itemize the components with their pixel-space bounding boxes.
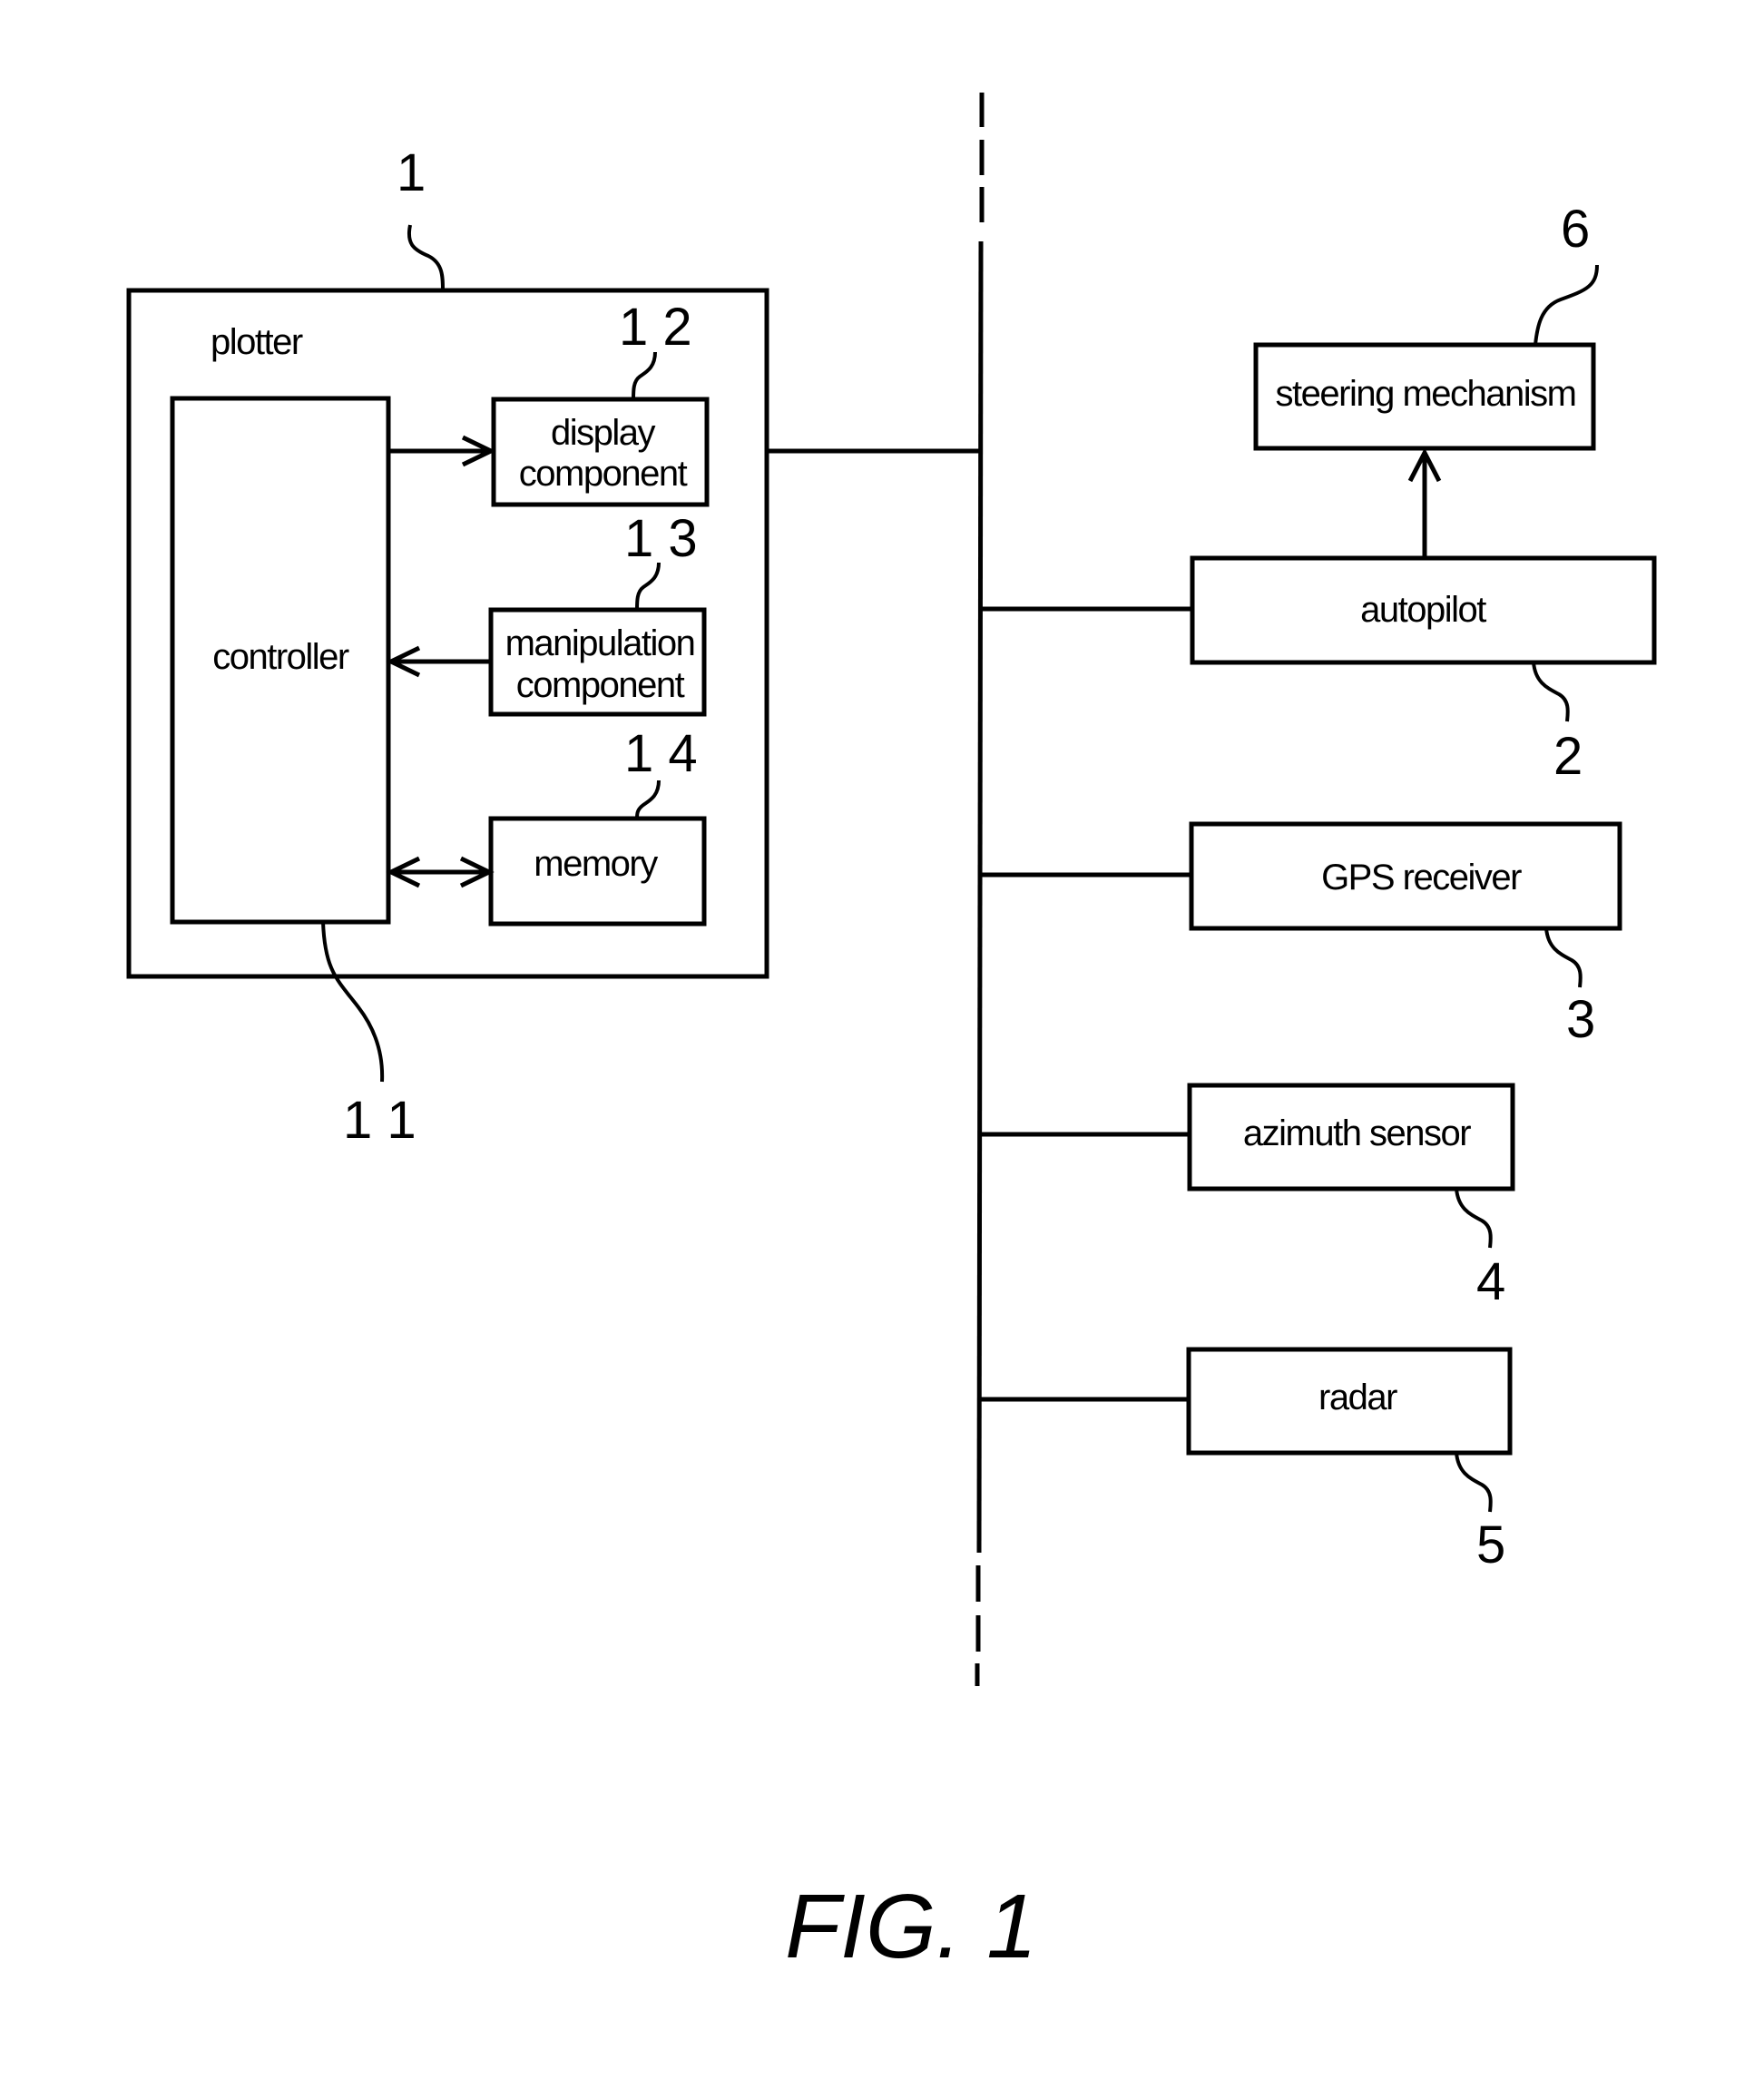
- display-label-line2: component: [519, 454, 688, 494]
- radar-label: radar: [1318, 1378, 1397, 1417]
- autopilot-leader: [1532, 662, 1570, 722]
- steering-label: steering mechanism: [1276, 374, 1576, 414]
- display-ref: 1 2: [619, 298, 692, 357]
- gps-leader: [1544, 927, 1583, 988]
- gps-block: GPS receiver 3: [980, 821, 1622, 1049]
- azimuth-leader: [1455, 1188, 1493, 1249]
- gps-ref: 3: [1566, 990, 1595, 1049]
- gps-label: GPS receiver: [1321, 858, 1522, 897]
- plotter-label: plotter: [211, 322, 303, 362]
- controller-label: controller: [212, 637, 349, 677]
- controller-ref: 1 1: [343, 1091, 416, 1150]
- manipulation-label-line2: component: [516, 665, 685, 705]
- network-bus: [975, 93, 985, 1686]
- manipulation-label-line1: manipulation: [505, 623, 695, 663]
- memory-label: memory: [534, 844, 658, 884]
- plotter-block: plotter 1 controller 1 1 display compone…: [126, 143, 981, 1150]
- steering-block: steering mechanism 6: [1253, 200, 1599, 451]
- plotter-ref: 1: [397, 143, 426, 202]
- autopilot-block: autopilot 2: [980, 447, 1657, 786]
- azimuth-label: azimuth sensor: [1243, 1113, 1471, 1153]
- radar-ref: 5: [1476, 1515, 1505, 1574]
- steering-leader: [1534, 264, 1599, 346]
- manipulation-ref: 1 3: [624, 509, 698, 568]
- figure-caption: FIG. 1: [785, 1876, 1037, 1977]
- autopilot-ref: 2: [1553, 727, 1583, 786]
- steering-ref: 6: [1561, 200, 1590, 259]
- block-diagram: plotter 1 controller 1 1 display compone…: [126, 93, 1657, 1977]
- radar-leader: [1455, 1452, 1493, 1513]
- display-label-line1: display: [551, 413, 656, 453]
- memory-ref: 1 4: [624, 724, 698, 783]
- azimuth-ref: 4: [1476, 1252, 1505, 1311]
- azimuth-block: azimuth sensor 4: [980, 1083, 1515, 1311]
- plotter-leader: [407, 224, 445, 291]
- autopilot-label: autopilot: [1360, 590, 1486, 630]
- radar-block: radar 5: [979, 1347, 1513, 1574]
